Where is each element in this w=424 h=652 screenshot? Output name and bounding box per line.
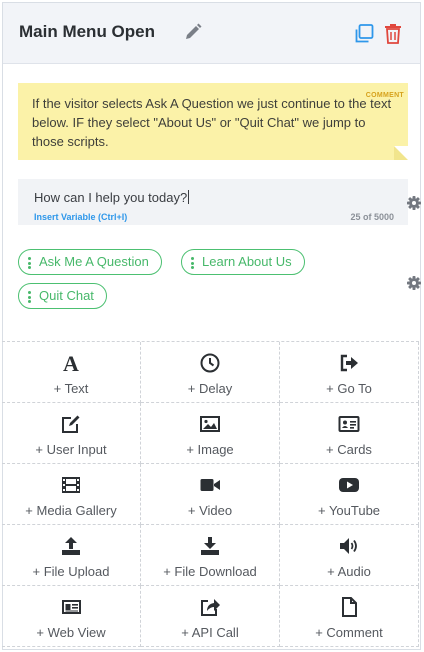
youtube-icon: [339, 478, 359, 492]
character-counter: 25 of 5000: [350, 212, 394, 222]
edit-icon: [62, 415, 80, 433]
video-camera-icon: [200, 479, 220, 491]
add-action-grid: A + Text + Delay + Go To + User Input + …: [2, 341, 419, 647]
block-title: Main Menu Open: [19, 22, 155, 41]
trash-icon[interactable]: [383, 23, 403, 45]
upload-icon: [62, 537, 80, 555]
newspaper-icon: [62, 600, 81, 614]
block-header: Main Menu Open: [3, 3, 420, 64]
add-api-call-button[interactable]: + API Call: [141, 586, 280, 647]
pencil-icon[interactable]: [183, 22, 203, 42]
message-text[interactable]: How can I help you today?: [34, 190, 190, 205]
add-file-download-button[interactable]: + File Download: [141, 525, 280, 586]
add-user-input-button[interactable]: + User Input: [2, 403, 141, 464]
quick-reply-ask-me-a-question[interactable]: Ask Me A Question: [18, 249, 162, 275]
copy-icon[interactable]: [353, 23, 375, 45]
download-icon: [201, 537, 219, 555]
add-text-button[interactable]: A + Text: [2, 342, 141, 403]
drag-handle-icon[interactable]: [28, 257, 31, 269]
film-icon: [62, 477, 80, 493]
add-comment-button[interactable]: + Comment: [280, 586, 419, 647]
clock-icon: [200, 353, 220, 373]
comment-note[interactable]: COMMENT If the visitor selects Ask A Que…: [18, 83, 408, 160]
comment-tag: COMMENT: [365, 92, 404, 99]
add-file-upload-button[interactable]: + File Upload: [2, 525, 141, 586]
drag-handle-icon[interactable]: [191, 257, 194, 269]
quick-reply-learn-about-us[interactable]: Learn About Us: [181, 249, 305, 275]
image-icon: [200, 416, 220, 432]
add-audio-button[interactable]: + Audio: [280, 525, 419, 586]
quick-reply-quit-chat[interactable]: Quit Chat: [18, 283, 107, 309]
add-cards-button[interactable]: + Cards: [280, 403, 419, 464]
comment-fold: [394, 146, 408, 160]
drag-handle-icon[interactable]: [28, 291, 31, 303]
insert-variable-link[interactable]: Insert Variable (Ctrl+I): [34, 212, 127, 222]
svg-text:A: A: [63, 352, 79, 374]
message-text-field[interactable]: How can I help you today? Insert Variabl…: [18, 179, 408, 225]
add-delay-button[interactable]: + Delay: [141, 342, 280, 403]
sign-out-icon: [340, 354, 358, 372]
share-icon: [201, 599, 220, 616]
text-icon: A: [63, 352, 79, 374]
add-go-to-button[interactable]: + Go To: [280, 342, 419, 403]
add-web-view-button[interactable]: + Web View: [2, 586, 141, 647]
add-youtube-button[interactable]: + YouTube: [280, 464, 419, 525]
add-video-button[interactable]: + Video: [141, 464, 280, 525]
volume-icon: [340, 538, 357, 554]
comment-text: If the visitor selects Ask A Question we…: [32, 96, 392, 149]
file-icon: [342, 597, 357, 617]
add-media-gallery-button[interactable]: + Media Gallery: [2, 464, 141, 525]
add-image-button[interactable]: + Image: [141, 403, 280, 464]
id-card-icon: [338, 416, 360, 432]
quick-replies-gear-icon[interactable]: [407, 276, 421, 290]
message-gear-icon[interactable]: [407, 196, 421, 210]
